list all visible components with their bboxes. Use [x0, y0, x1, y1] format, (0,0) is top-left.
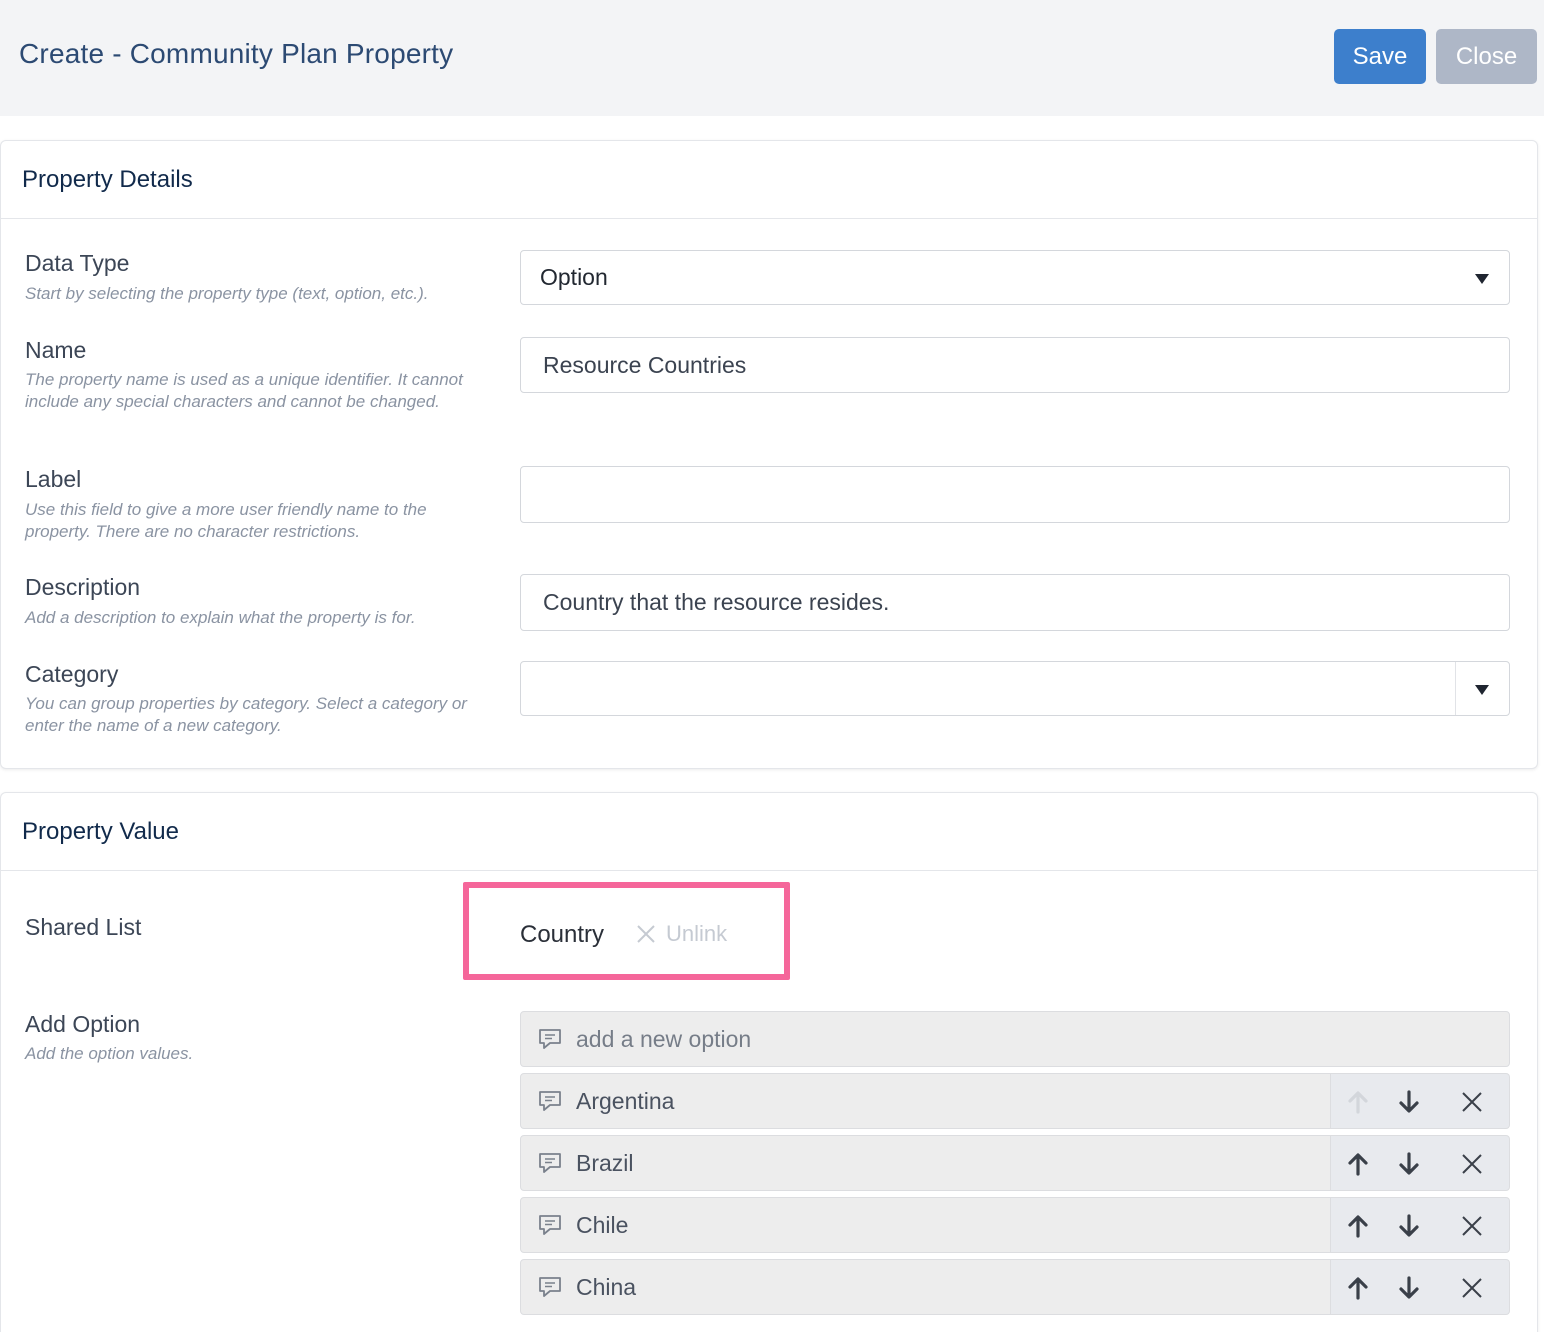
unlink-label: Unlink [666, 921, 728, 946]
option-actions [1331, 1197, 1510, 1253]
arrow-down-icon[interactable] [1395, 1150, 1423, 1178]
data-type-help: Start by selecting the property type (te… [25, 284, 429, 303]
option-row: Chile [520, 1197, 1510, 1253]
chat-bubble-icon [539, 1091, 561, 1111]
caret-down-icon [1475, 685, 1489, 695]
name-input[interactable]: Resource Countries [520, 337, 1510, 393]
label-input[interactable] [520, 466, 1510, 523]
divider [1, 870, 1537, 871]
chat-bubble-icon [539, 1277, 561, 1297]
label-label: Label [25, 466, 82, 492]
arrow-up-icon [1344, 1088, 1372, 1116]
option-input[interactable]: China [520, 1259, 1331, 1315]
close-icon[interactable] [1458, 1212, 1486, 1240]
description-input[interactable]: Country that the resource resides. [520, 574, 1510, 631]
close-button[interactable]: Close [1436, 29, 1537, 84]
option-input[interactable]: Argentina [520, 1073, 1331, 1129]
page-title: Create - Community Plan Property [19, 38, 454, 69]
option-actions [1331, 1259, 1510, 1315]
close-icon[interactable] [1458, 1088, 1486, 1116]
close-icon[interactable] [1458, 1150, 1486, 1178]
add-option-row: add a new option [520, 1011, 1510, 1067]
option-label: Brazil [576, 1149, 634, 1176]
option-row: Argentina [520, 1073, 1510, 1129]
option-label: Chile [576, 1211, 629, 1238]
page-header: Create - Community Plan Property Save Cl… [0, 0, 1544, 116]
arrow-down-icon[interactable] [1395, 1274, 1423, 1302]
category-select[interactable] [520, 661, 1510, 716]
divider [1455, 662, 1456, 715]
option-input[interactable]: Chile [520, 1197, 1331, 1253]
close-icon[interactable] [1458, 1274, 1486, 1302]
option-actions [1331, 1073, 1510, 1129]
property-details-title: Property Details [22, 166, 193, 193]
shared-list-value: Country [520, 921, 605, 948]
description-label: Description [25, 574, 141, 600]
option-label: Argentina [576, 1087, 675, 1114]
name-help: The property name is used as a unique id… [25, 370, 463, 411]
close-icon [637, 925, 655, 943]
option-input[interactable]: Brazil [520, 1135, 1331, 1191]
data-type-select[interactable]: Option [520, 250, 1510, 305]
option-actions [1331, 1135, 1510, 1191]
caret-down-icon [1475, 274, 1489, 284]
add-option-label: Add Option [25, 1011, 141, 1037]
arrow-down-icon[interactable] [1395, 1088, 1423, 1116]
shared-list-label: Shared List [25, 914, 142, 940]
label-help: Use this field to give a more user frien… [25, 500, 427, 541]
save-button[interactable]: Save [1334, 29, 1426, 84]
description-help: Add a description to explain what the pr… [25, 608, 416, 627]
name-label: Name [25, 337, 87, 363]
chat-bubble-icon [539, 1215, 561, 1235]
data-type-label: Data Type [25, 250, 130, 276]
category-help: You can group properties by category. Se… [25, 694, 467, 735]
arrow-down-icon[interactable] [1395, 1212, 1423, 1240]
category-label: Category [25, 661, 119, 687]
option-row: China [520, 1259, 1510, 1315]
description-value: Country that the resource resides. [543, 589, 890, 615]
data-type-value: Option [540, 264, 608, 290]
arrow-up-icon[interactable] [1344, 1150, 1372, 1178]
option-row: Brazil [520, 1135, 1510, 1191]
chat-bubble-icon [539, 1029, 561, 1049]
divider [1, 218, 1537, 219]
name-value: Resource Countries [543, 351, 747, 378]
add-option-help: Add the option values. [25, 1044, 194, 1063]
shared-list-highlight [463, 882, 790, 980]
property-value-title: Property Value [22, 818, 179, 845]
arrow-up-icon[interactable] [1344, 1274, 1372, 1302]
add-option-input[interactable]: add a new option [520, 1011, 1510, 1067]
option-label: China [576, 1273, 637, 1300]
chat-bubble-icon [539, 1153, 561, 1173]
arrow-up-icon[interactable] [1344, 1212, 1372, 1240]
add-option-placeholder: add a new option [576, 1025, 752, 1052]
unlink-button[interactable]: Unlink [636, 921, 727, 947]
